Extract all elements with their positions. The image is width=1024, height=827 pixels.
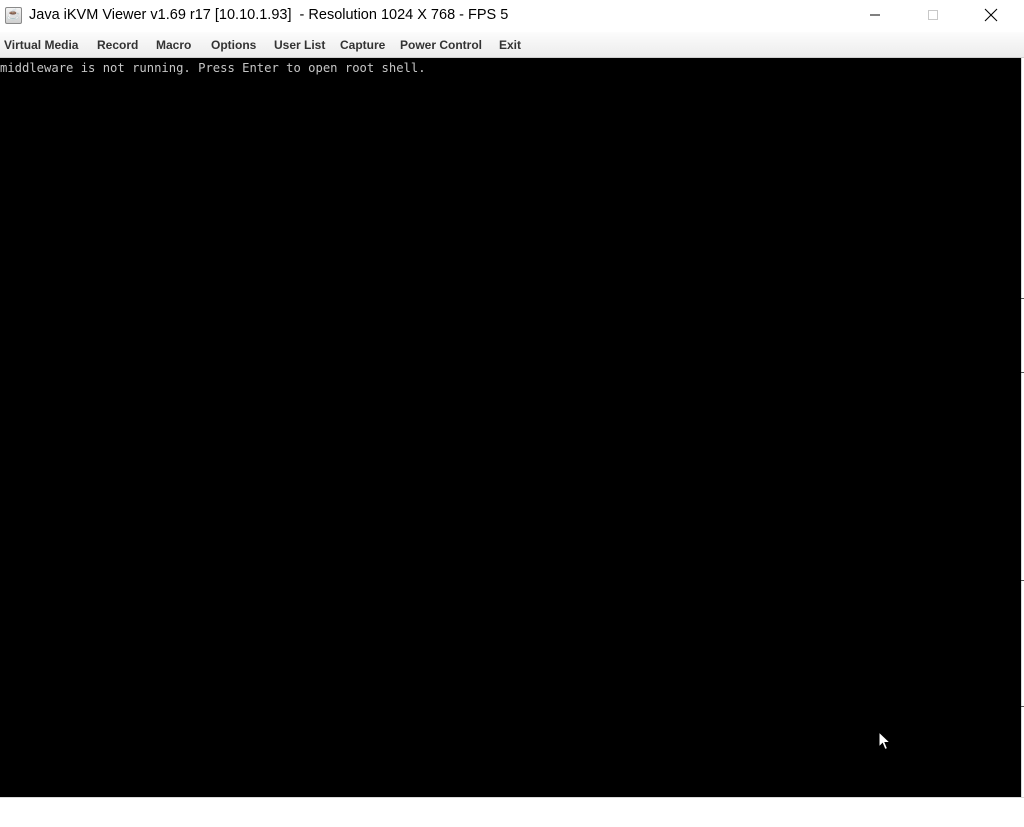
remote-console-screen[interactable]: middleware is not running. Press Enter t…	[0, 58, 1021, 797]
menu-exit[interactable]: Exit	[499, 38, 521, 52]
menu-virtual-media[interactable]: Virtual Media	[4, 38, 78, 52]
menu-record[interactable]: Record	[97, 38, 138, 52]
title-bar: ☕ Java iKVM Viewer v1.69 r17 [10.10.1.93…	[0, 0, 1024, 32]
menu-user-list[interactable]: User List	[274, 38, 325, 52]
maximize-icon	[928, 10, 938, 20]
maximize-button[interactable]	[904, 0, 962, 30]
window-bottom-edge	[0, 797, 1024, 827]
minimize-button[interactable]	[846, 0, 904, 30]
window-title: Java iKVM Viewer v1.69 r17 [10.10.1.93] …	[29, 7, 509, 23]
menu-bar: Virtual Media Record Macro Options User …	[0, 32, 1024, 58]
menu-macro[interactable]: Macro	[156, 38, 191, 52]
menu-power-control[interactable]: Power Control	[400, 38, 482, 52]
menu-capture[interactable]: Capture	[340, 38, 385, 52]
console-line: middleware is not running. Press Enter t…	[0, 61, 426, 75]
menu-options[interactable]: Options	[211, 38, 256, 52]
mouse-pointer-icon	[878, 731, 892, 751]
close-button[interactable]	[962, 0, 1020, 30]
java-cup-icon[interactable]: ☕	[5, 7, 22, 24]
close-icon	[984, 8, 998, 22]
minimize-icon	[870, 14, 880, 16]
